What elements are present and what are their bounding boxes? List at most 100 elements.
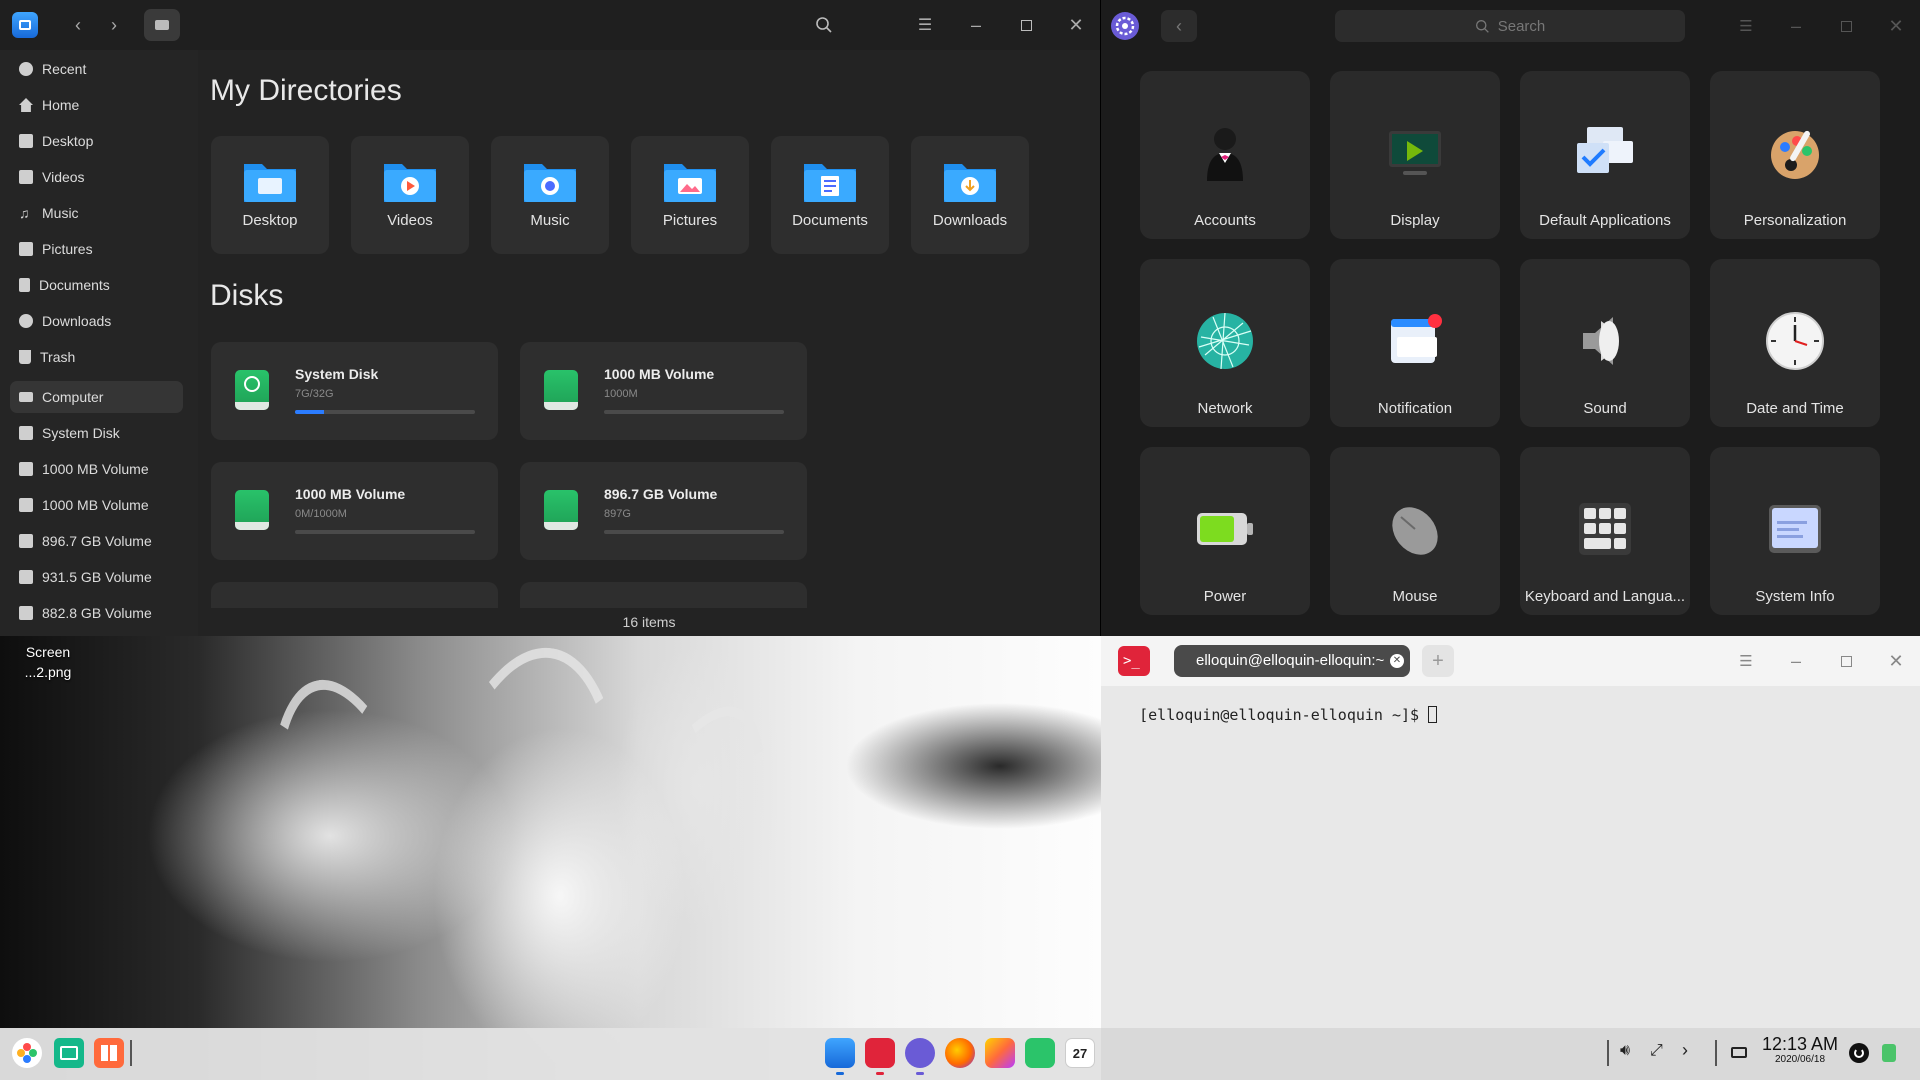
sidebar-item-volume[interactable]: 1000 MB Volume [10,489,183,521]
firefox-dock-icon[interactable] [945,1038,975,1068]
disk-card-partial[interactable] [211,582,498,608]
app-store-button[interactable] [94,1038,124,1068]
sidebar-item-pictures[interactable]: Pictures [10,233,183,265]
file-manager-dock-icon[interactable] [825,1038,855,1068]
computer-icon [155,20,169,30]
launcher-button[interactable] [12,1038,42,1068]
disk-size: 897G [604,508,631,520]
close-button[interactable]: ✕ [1878,645,1914,677]
close-icon: ✕ [1068,14,1084,35]
settings-tile-accounts[interactable]: Accounts [1140,71,1310,239]
directory-card-desktop[interactable]: Desktop [211,136,329,254]
tray-expand-button[interactable]: › [1682,1040,1688,1061]
forward-button[interactable]: › [96,9,132,41]
maximize-button[interactable] [1828,645,1864,677]
power-button[interactable] [1849,1043,1869,1063]
sidebar-item-recent[interactable]: Recent [10,53,183,85]
multitasking-button[interactable] [54,1038,84,1068]
menu-button[interactable]: ☰ [1728,645,1764,677]
sidebar-item-computer[interactable]: Computer [10,381,183,413]
menu-button[interactable]: ☰ [907,9,943,41]
new-tab-button[interactable]: + [1422,645,1454,677]
close-tab-button[interactable]: ✕ [1390,654,1404,668]
sidebar-item-trash[interactable]: Trash [10,341,183,373]
terminal-dock-icon[interactable] [865,1038,895,1068]
sidebar-item-documents[interactable]: Documents [10,269,183,301]
sidebar-item-label: Recent [42,61,87,77]
directory-card-documents[interactable]: Documents [771,136,889,254]
volume-button[interactable]: 🔊︎ [1620,1042,1630,1060]
disk-card-volume[interactable]: 896.7 GB Volume 897G [520,462,807,560]
settings-tile-personalization[interactable]: Personalization [1710,71,1880,239]
trash-icon [19,350,31,364]
sidebar-item-volume[interactable]: 882.8 GB Volume [10,597,183,629]
app-grid-icon [101,1045,117,1061]
maximize-button[interactable] [1828,10,1864,42]
directory-card-downloads[interactable]: Downloads [911,136,1029,254]
sidebar-item-desktop[interactable]: Desktop [10,125,183,157]
disk-icon [19,426,33,440]
music-dock-icon[interactable] [1025,1038,1055,1068]
settings-tile-system-info[interactable]: System Info [1710,447,1880,615]
sidebar-item-label: Desktop [42,133,94,149]
sidebar-item-label: Downloads [42,313,112,329]
settings-tile-date-and-time[interactable]: Date and Time [1710,259,1880,427]
directory-card-music[interactable]: Music [491,136,609,254]
close-icon: ✕ [1888,650,1904,671]
sidebar-item-label: Home [42,97,80,113]
clock[interactable]: 12:13 AM 2020/06/18 [1760,1034,1840,1066]
settings-tile-sound[interactable]: Sound [1520,259,1690,427]
back-button[interactable]: ‹ [60,9,96,41]
keyboard-layout-button[interactable] [1731,1047,1747,1058]
settings-tile-default-applications[interactable]: Default Applications [1520,71,1690,239]
sidebar-item-volume[interactable]: 1000 MB Volume [10,453,183,485]
volume-icon: 🔊︎ [1620,1042,1631,1059]
computer-icon [19,392,33,402]
disk-card-volume[interactable]: 1000 MB Volume 0M/1000M [211,462,498,560]
minimize-button[interactable]: – [1778,645,1814,677]
settings-tile-power[interactable]: Power [1140,447,1310,615]
control-center-dock-icon[interactable] [905,1038,935,1068]
settings-tile-mouse[interactable]: Mouse [1330,447,1500,615]
settings-tile-network[interactable]: Network [1140,259,1310,427]
image-viewer-dock-icon[interactable] [985,1038,1015,1068]
settings-tile-keyboard-and-language[interactable]: Keyboard and Langua... [1520,447,1690,615]
terminal-tab[interactable]: elloquin@elloquin-elloquin:~ [1174,645,1410,677]
sidebar-item-volume[interactable]: 931.5 GB Volume [10,561,183,593]
maximize-button[interactable] [1008,9,1044,41]
search-button[interactable] [806,9,842,41]
terminal-output[interactable]: [elloquin@elloquin-elloquin ~]$ [1103,688,1438,742]
sidebar-item-downloads[interactable]: Downloads [10,305,183,337]
sidebar-item-volume[interactable]: 896.7 GB Volume [10,525,183,557]
close-button[interactable]: ✕ [1878,10,1914,42]
disk-icon [19,462,33,476]
network-tray-button[interactable]: ⤢ [1650,1042,1663,1060]
sidebar-item-label: Music [42,205,79,221]
sidebar-item-system-disk[interactable]: System Disk [10,417,183,449]
sidebar-item-home[interactable]: Home [10,89,183,121]
disk-card-partial[interactable] [520,582,807,608]
back-button[interactable]: ‹ [1161,10,1197,42]
desktop-file-label[interactable]: Screen ...2.png [18,642,78,682]
minimize-button[interactable]: – [1778,10,1814,42]
search-input[interactable]: Search [1335,10,1685,42]
directory-card-videos[interactable]: Videos [351,136,469,254]
network-icon [1197,312,1253,370]
disk-card-system-disk[interactable]: System Disk 7G/32G [211,342,498,440]
disk-card-volume[interactable]: 1000 MB Volume 1000M [520,342,807,440]
computer-breadcrumb-button[interactable] [144,9,180,41]
directory-card-pictures[interactable]: Pictures [631,136,749,254]
settings-tile-notification[interactable]: Notification [1330,259,1500,427]
file-manager-titlebar: ‹ › ☰ – ✕ [0,0,1100,50]
downloads-folder-icon [944,164,996,202]
taskbar: 27 🔊︎ ⤢ › 12:13 AM 2020/06/18 [0,1028,1920,1080]
settings-tile-display[interactable]: Display [1330,71,1500,239]
close-button[interactable]: ✕ [1058,9,1094,41]
sidebar-item-music[interactable]: ♫ Music [10,197,183,229]
sidebar-item-label: Videos [42,169,85,185]
menu-button[interactable]: ☰ [1728,10,1764,42]
minimize-button[interactable]: – [958,9,994,41]
notification-tray-button[interactable] [1882,1044,1896,1062]
calendar-dock-icon[interactable]: 27 [1065,1038,1095,1068]
sidebar-item-videos[interactable]: Videos [10,161,183,193]
